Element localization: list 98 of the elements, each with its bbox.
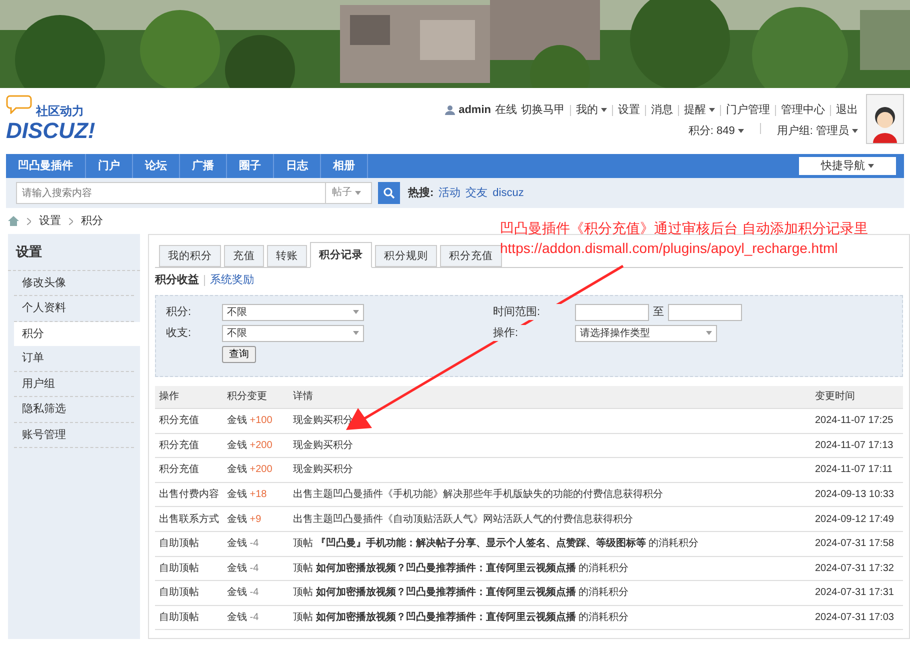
caret-icon — [353, 310, 359, 314]
column-header: 积分变更 — [223, 386, 289, 408]
table-cell: 2024-11-07 17:13 — [811, 433, 903, 458]
table-cell: 金钱 -4 — [223, 580, 289, 606]
table-cell: 积分充值 — [155, 433, 223, 458]
table-cell: 2024-07-31 17:31 — [811, 580, 903, 606]
search-field[interactable]: 请输入搜索内容 — [16, 182, 326, 204]
user-menu-link[interactable]: 消息 — [651, 102, 673, 118]
user-menu-link[interactable]: 提醒 — [684, 102, 715, 118]
table-cell: 2024-07-31 17:03 — [811, 605, 903, 630]
table-cell: 2024-07-31 17:32 — [811, 556, 903, 581]
column-header: 操作 — [155, 386, 223, 408]
table-cell: 顶帖 如何加密播放视频？凹凸曼推荐插件：直传阿里云视频点播 的消耗积分 — [289, 580, 811, 606]
query-button[interactable]: 查询 — [222, 346, 256, 362]
sidebar-item[interactable]: 修改头像 — [14, 270, 134, 296]
table-cell: 出售主题凹凸曼插件《手机功能》解决那些年手机版缺失的功能的付费信息获得积分 — [289, 482, 811, 507]
date-field[interactable] — [575, 304, 649, 320]
home-icon[interactable] — [8, 216, 19, 226]
user-menu-link[interactable]: 切换马甲 — [521, 102, 565, 118]
user-menu-link[interactable]: 设置 — [618, 102, 640, 118]
select-field[interactable]: 不限 — [222, 304, 364, 320]
tab[interactable]: 我的积分 — [159, 245, 221, 267]
column-header: 详情 — [289, 386, 811, 408]
hot-search-label: 热搜: — [408, 186, 434, 201]
table-cell: 现金购买积分 — [289, 458, 811, 482]
subtab-link[interactable]: 积分收益 — [155, 272, 199, 288]
table-cell: 出售联系方式 — [155, 506, 223, 532]
chevron-right-icon — [27, 218, 31, 224]
table-cell: 现金购买积分 — [289, 433, 811, 458]
caret-icon — [353, 331, 359, 335]
table-cell: 2024-07-31 17:58 — [811, 531, 903, 556]
tab[interactable]: 积分充值 — [440, 245, 502, 267]
date-field[interactable] — [668, 304, 742, 320]
sidebar-item[interactable]: 积分 — [14, 322, 140, 346]
search-scope-dropdown[interactable]: 帖子 — [326, 182, 372, 204]
caret-icon — [706, 331, 712, 335]
hot-search-link[interactable]: discuz — [492, 184, 524, 202]
speech-bubble-icon — [6, 94, 32, 114]
user-icon — [444, 105, 455, 116]
table-cell: 2024-09-12 17:49 — [811, 506, 903, 532]
table-cell: 积分充值 — [155, 458, 223, 482]
table-cell: 金钱 -4 — [223, 556, 289, 581]
sidebar-item[interactable]: 订单 — [14, 346, 134, 372]
table-cell: 积分充值 — [155, 408, 223, 434]
table-cell: 出售付费内容 — [155, 482, 223, 507]
logo-tagline: 社区动力 — [36, 103, 85, 120]
user-menu-link[interactable]: 管理中心 — [781, 102, 825, 118]
hot-search-link[interactable]: 交友 — [466, 184, 488, 202]
table-cell: 金钱 -4 — [223, 605, 289, 630]
column-header: 变更时间 — [811, 386, 903, 408]
chevron-right-icon — [69, 218, 73, 224]
user-stat-link[interactable]: 用户组: 管理员 — [776, 122, 858, 139]
username-link[interactable]: admin — [458, 102, 491, 118]
table-cell: 金钱 +200 — [223, 458, 289, 482]
tab[interactable]: 充值 — [224, 245, 264, 267]
table-cell: 自助顶帖 — [155, 605, 223, 630]
table-cell: 金钱 +18 — [223, 482, 289, 507]
sidebar-title: 设置 — [8, 234, 140, 270]
user-stat-link[interactable]: 积分: 849 — [688, 122, 744, 139]
table-cell: 顶帖 如何加密播放视频？凹凸曼推荐插件：直传阿里云视频点播 的消耗积分 — [289, 605, 811, 630]
table-cell: 顶帖 如何加密播放视频？凹凸曼推荐插件：直传阿里云视频点播 的消耗积分 — [289, 556, 811, 581]
sidebar-item[interactable]: 账号管理 — [14, 422, 134, 448]
range-separator: 至 — [653, 304, 664, 320]
subtab-link[interactable]: 系统奖励 — [210, 272, 254, 288]
table-cell: 2024-11-07 17:11 — [811, 458, 903, 482]
table-cell: 自助顶帖 — [155, 531, 223, 556]
search-icon — [383, 187, 395, 199]
tab[interactable]: 积分规则 — [375, 245, 437, 267]
breadcrumb-link[interactable]: 积分 — [81, 212, 103, 230]
table-cell: 自助顶帖 — [155, 580, 223, 606]
user-menu-link[interactable]: 退出 — [836, 102, 858, 118]
hot-search-link[interactable]: 活动 — [438, 184, 461, 202]
breadcrumb-link[interactable]: 设置 — [39, 212, 61, 230]
quick-nav-button[interactable]: 快捷导航 — [799, 157, 896, 175]
sidebar-item[interactable]: 隐私筛选 — [14, 397, 134, 422]
table-cell: 金钱 -4 — [223, 531, 289, 556]
table-cell: 自助顶帖 — [155, 556, 223, 581]
logo-wordmark[interactable]: DISCUZ! — [6, 120, 96, 142]
table-cell: 金钱 +200 — [223, 433, 289, 458]
sidebar-item[interactable]: 用户组 — [14, 372, 134, 397]
user-menu-link[interactable]: 门户管理 — [726, 102, 770, 118]
caret-icon — [355, 191, 361, 195]
tab[interactable]: 转账 — [267, 245, 307, 267]
table-cell: 金钱 +100 — [223, 408, 289, 434]
caret-icon — [868, 164, 874, 168]
table-cell: 2024-09-13 10:33 — [811, 482, 903, 507]
annotation-text: https://addon.dismall.com/plugins/apoyl_recharge.html — [500, 239, 839, 258]
table-cell: 出售主题凹凸曼插件《自动顶贴活跃人气》网站活跃人气的付费信息获得积分 — [289, 506, 811, 532]
search-button[interactable] — [378, 182, 400, 204]
table-cell: 金钱 +9 — [223, 506, 289, 532]
select-field[interactable]: 不限 — [222, 324, 364, 342]
select-field[interactable]: 请选择操作类型 — [575, 324, 717, 342]
user-menu-link[interactable]: 我的 — [576, 102, 607, 118]
annotation-text: 凹凸曼插件《积分充值》通过审核后台 自动添加积分记录里 — [500, 219, 868, 238]
table-cell: 2024-11-07 17:25 — [811, 408, 903, 434]
tab[interactable]: 积分记录 — [310, 242, 372, 268]
online-status: 在线 — [495, 103, 517, 118]
table-cell: 顶帖 『凹凸曼』手机功能：解决帖子分享、显示个人签名、点赞踩、等级图标等 的消耗积分 — [289, 531, 811, 556]
